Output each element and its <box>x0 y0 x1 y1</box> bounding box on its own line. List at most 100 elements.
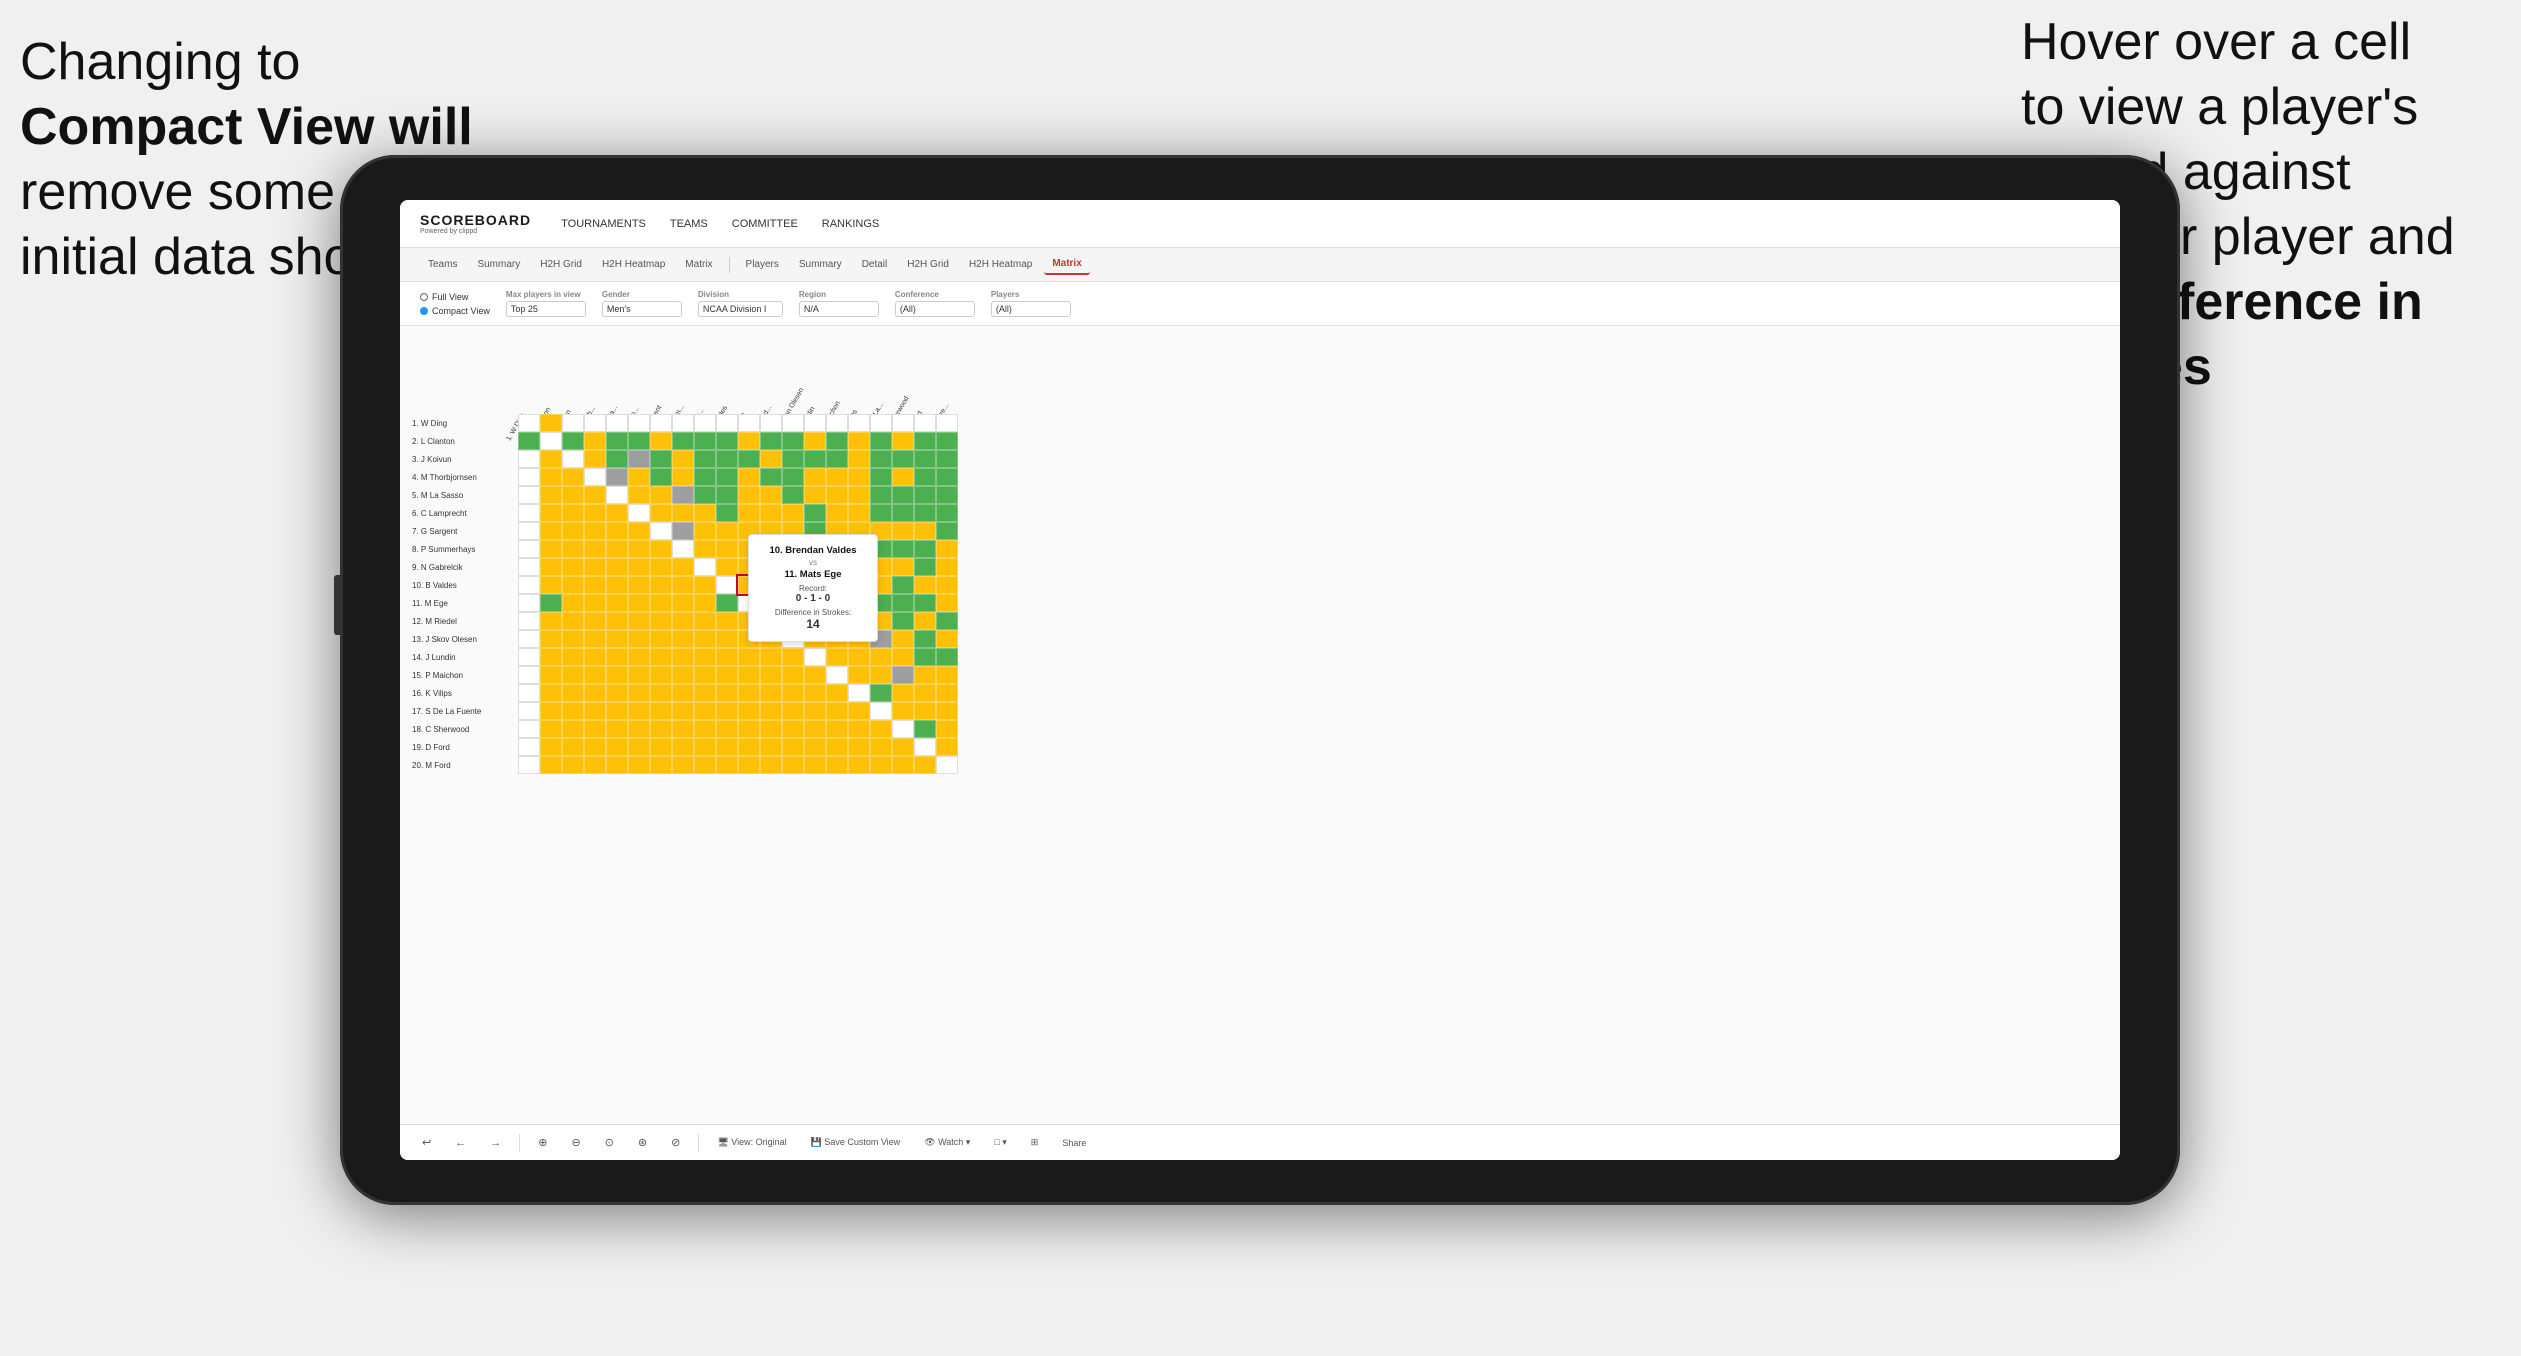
cell-11-18[interactable] <box>892 594 914 612</box>
cell-7-5[interactable] <box>606 522 628 540</box>
cell-12-18[interactable] <box>892 612 914 630</box>
cell-5-5[interactable] <box>606 486 628 504</box>
cell-4-16[interactable] <box>848 468 870 486</box>
toolbar-close[interactable]: ⊘ <box>665 1133 686 1152</box>
cell-9-7[interactable] <box>650 558 672 576</box>
cell-18-20[interactable] <box>936 720 958 738</box>
cell-9-18[interactable] <box>892 558 914 576</box>
cell-16-4[interactable] <box>584 684 606 702</box>
cell-7-20[interactable] <box>936 522 958 540</box>
sub-nav-h2h-heatmap1[interactable]: H2H Heatmap <box>594 255 673 274</box>
cell-13-7[interactable] <box>650 630 672 648</box>
cell-17-17[interactable] <box>870 702 892 720</box>
cell-1-18[interactable] <box>892 414 914 432</box>
cell-16-3[interactable] <box>562 684 584 702</box>
cell-16-17[interactable] <box>870 684 892 702</box>
cell-12-1[interactable] <box>518 612 540 630</box>
nav-rankings[interactable]: RANKINGS <box>822 216 879 232</box>
cell-6-4[interactable] <box>584 504 606 522</box>
cell-2-1[interactable] <box>518 432 540 450</box>
cell-9-3[interactable] <box>562 558 584 576</box>
cell-5-7[interactable] <box>650 486 672 504</box>
cell-18-14[interactable] <box>804 720 826 738</box>
cell-20-2[interactable] <box>540 756 562 774</box>
cell-6-14[interactable] <box>804 504 826 522</box>
cell-12-6[interactable] <box>628 612 650 630</box>
cell-1-16[interactable] <box>848 414 870 432</box>
cell-2-4[interactable] <box>584 432 606 450</box>
cell-5-2[interactable] <box>540 486 562 504</box>
cell-5-10[interactable] <box>716 486 738 504</box>
cell-13-10[interactable] <box>716 630 738 648</box>
cell-20-7[interactable] <box>650 756 672 774</box>
cell-10-9[interactable] <box>694 576 716 594</box>
cell-4-5[interactable] <box>606 468 628 486</box>
cell-18-10[interactable] <box>716 720 738 738</box>
cell-15-4[interactable] <box>584 666 606 684</box>
cell-2-19[interactable] <box>914 432 936 450</box>
cell-14-4[interactable] <box>584 648 606 666</box>
cell-8-1[interactable] <box>518 540 540 558</box>
cell-19-14[interactable] <box>804 738 826 756</box>
cell-11-6[interactable] <box>628 594 650 612</box>
cell-9-10[interactable] <box>716 558 738 576</box>
cell-6-7[interactable] <box>650 504 672 522</box>
cell-13-2[interactable] <box>540 630 562 648</box>
toolbar-forward[interactable]: → <box>484 1134 507 1152</box>
cell-4-20[interactable] <box>936 468 958 486</box>
cell-5-20[interactable] <box>936 486 958 504</box>
cell-11-4[interactable] <box>584 594 606 612</box>
cell-1-11[interactable] <box>738 414 760 432</box>
cell-15-5[interactable] <box>606 666 628 684</box>
cell-3-14[interactable] <box>804 450 826 468</box>
cell-16-5[interactable] <box>606 684 628 702</box>
cell-18-5[interactable] <box>606 720 628 738</box>
cell-4-17[interactable] <box>870 468 892 486</box>
cell-2-14[interactable] <box>804 432 826 450</box>
cell-20-15[interactable] <box>826 756 848 774</box>
cell-11-8[interactable] <box>672 594 694 612</box>
cell-6-8[interactable] <box>672 504 694 522</box>
cell-8-9[interactable] <box>694 540 716 558</box>
cell-5-14[interactable] <box>804 486 826 504</box>
cell-4-4[interactable] <box>584 468 606 486</box>
cell-13-3[interactable] <box>562 630 584 648</box>
cell-11-9[interactable] <box>694 594 716 612</box>
cell-12-19[interactable] <box>914 612 936 630</box>
cell-12-10[interactable] <box>716 612 738 630</box>
cell-18-19[interactable] <box>914 720 936 738</box>
toolbar-back[interactable]: ← <box>449 1134 472 1152</box>
cell-5-3[interactable] <box>562 486 584 504</box>
cell-15-1[interactable] <box>518 666 540 684</box>
compact-view-radio[interactable]: Compact View <box>420 306 490 316</box>
sub-nav-h2h-heatmap2[interactable]: H2H Heatmap <box>961 255 1040 274</box>
cell-15-10[interactable] <box>716 666 738 684</box>
cell-12-3[interactable] <box>562 612 584 630</box>
cell-17-20[interactable] <box>936 702 958 720</box>
cell-7-4[interactable] <box>584 522 606 540</box>
cell-8-4[interactable] <box>584 540 606 558</box>
cell-20-9[interactable] <box>694 756 716 774</box>
cell-18-1[interactable] <box>518 720 540 738</box>
filter-conference-select[interactable]: (All) <box>895 301 975 317</box>
cell-1-3[interactable] <box>562 414 584 432</box>
cell-4-9[interactable] <box>694 468 716 486</box>
cell-5-4[interactable] <box>584 486 606 504</box>
cell-11-5[interactable] <box>606 594 628 612</box>
cell-16-18[interactable] <box>892 684 914 702</box>
cell-19-3[interactable] <box>562 738 584 756</box>
sub-nav-teams[interactable]: Teams <box>420 255 465 274</box>
cell-15-8[interactable] <box>672 666 694 684</box>
cell-15-12[interactable] <box>760 666 782 684</box>
cell-9-20[interactable] <box>936 558 958 576</box>
cell-4-11[interactable] <box>738 468 760 486</box>
cell-7-3[interactable] <box>562 522 584 540</box>
cell-17-16[interactable] <box>848 702 870 720</box>
cell-1-15[interactable] <box>826 414 848 432</box>
cell-6-10[interactable] <box>716 504 738 522</box>
cell-8-6[interactable] <box>628 540 650 558</box>
toolbar-share-screen[interactable]: □ ▾ <box>988 1134 1012 1151</box>
cell-19-12[interactable] <box>760 738 782 756</box>
filter-players-select[interactable]: (All) <box>991 301 1071 317</box>
cell-17-14[interactable] <box>804 702 826 720</box>
